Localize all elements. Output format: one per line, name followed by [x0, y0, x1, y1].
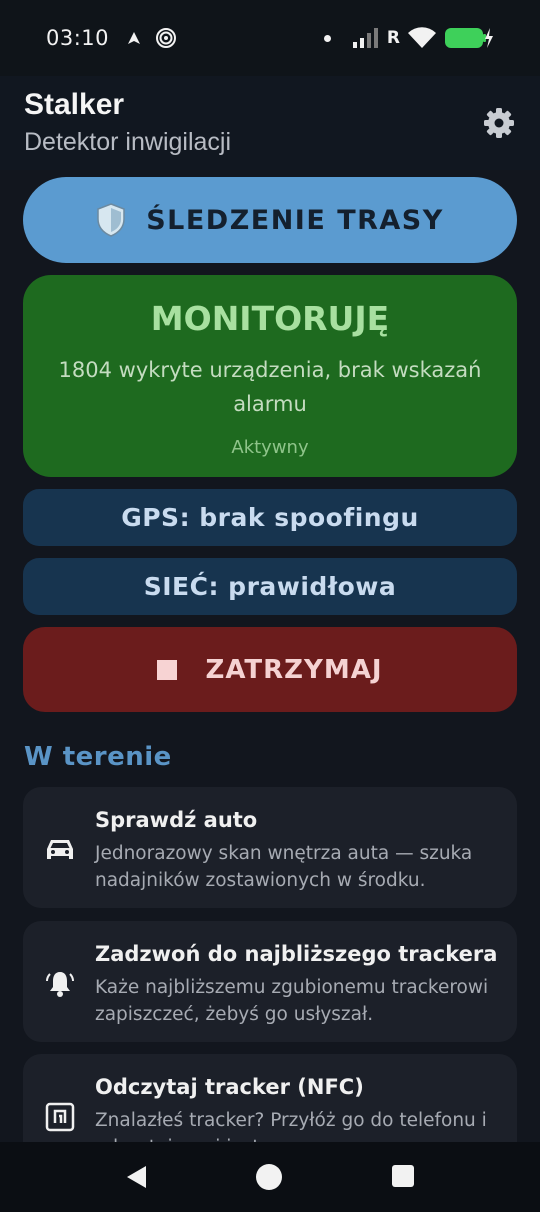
- main-content[interactable]: ŚLEDZENIE TRASY MONITORUJĘ 1804 wykryte …: [0, 170, 540, 1142]
- shield-icon: [97, 203, 125, 237]
- stop-label: ZATRZYMAJ: [205, 654, 383, 685]
- ring-tracker-card[interactable]: Zadzwoń do najbliższego trackera Każe na…: [23, 921, 517, 1042]
- navigation-bar: [0, 1142, 540, 1212]
- gear-icon: [484, 108, 514, 138]
- back-button[interactable]: [124, 1164, 150, 1190]
- monitoring-description: 1804 wykryte urządzenia, brak wskazań al…: [58, 358, 482, 416]
- read-nfc-card[interactable]: Odczytaj tracker (NFC) Znalazłeś tracker…: [23, 1054, 517, 1142]
- monitoring-status-card: MONITORUJĘ 1804 wykryte urządzenia, brak…: [23, 275, 517, 477]
- status-time: 03:10: [46, 26, 110, 50]
- monitoring-title: MONITORUJĘ: [150, 299, 390, 338]
- stop-icon: [157, 659, 178, 680]
- field-section-title: W terenie: [24, 742, 172, 772]
- check-car-card[interactable]: Sprawdź auto Jednorazowy skan wnętrza au…: [23, 787, 517, 908]
- battery-charging-icon: [445, 28, 493, 48]
- status-bar: 03:10 R: [0, 0, 540, 76]
- recent-apps-button[interactable]: [392, 1165, 414, 1187]
- ring-tracker-description: Każe najbliższemu zgubionemu trackerowi …: [95, 977, 489, 1025]
- route-tracking-button[interactable]: ŚLEDZENIE TRASY: [23, 177, 517, 263]
- read-nfc-description: Znalazłeś tracker? Przyłóż go do telefon…: [95, 1110, 487, 1142]
- car-icon: [47, 840, 73, 859]
- nfc-icon: [45, 1102, 75, 1132]
- spiral-notification-icon: [156, 28, 177, 48]
- stop-button[interactable]: ZATRZYMAJ: [23, 627, 517, 712]
- navigation-arrow-icon: [128, 32, 141, 44]
- route-tracking-label: ŚLEDZENIE TRASY: [146, 204, 444, 236]
- app-title: Stalker: [24, 88, 125, 121]
- roaming-indicator: R: [386, 28, 400, 48]
- cell-signal-icon: [352, 28, 378, 48]
- home-button[interactable]: [256, 1164, 282, 1190]
- wifi-icon: [408, 27, 436, 48]
- gps-status-pill: GPS: brak spoofingu: [23, 489, 517, 546]
- bell-ring-icon: [46, 972, 74, 997]
- settings-button[interactable]: [482, 106, 516, 140]
- check-car-description: Jednorazowy skan wnętrza auta — szuka na…: [95, 843, 473, 891]
- check-car-title: Sprawdź auto: [95, 808, 258, 832]
- back-icon: [127, 1166, 146, 1188]
- monitoring-status-text: Aktywny: [231, 437, 309, 458]
- ring-tracker-title: Zadzwoń do najbliższego trackera: [95, 942, 498, 966]
- app-header: Stalker Detektor inwigilacji: [0, 76, 540, 170]
- read-nfc-title: Odczytaj tracker (NFC): [95, 1075, 364, 1099]
- notification-dot-icon: [323, 34, 331, 42]
- app-subtitle: Detektor inwigilacji: [24, 128, 232, 156]
- network-status-pill: SIEĆ: prawidłowa: [23, 558, 517, 615]
